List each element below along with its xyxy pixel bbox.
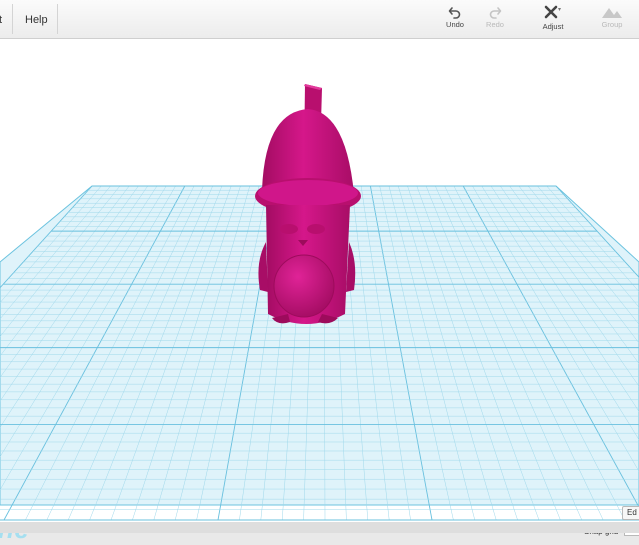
group-label: Group xyxy=(601,20,623,29)
edit-grid-button[interactable]: Ed xyxy=(622,506,639,520)
redo-label: Redo xyxy=(486,20,504,29)
group-icon xyxy=(602,8,622,18)
window-bottom-edge xyxy=(0,522,639,533)
group-button[interactable]: Group xyxy=(592,5,632,29)
redo-icon xyxy=(489,7,502,19)
redo-button[interactable]: Redo xyxy=(475,5,515,29)
undo-icon xyxy=(448,7,461,19)
adjust-icon xyxy=(544,5,561,19)
menu-divider xyxy=(57,4,58,34)
top-toolbar: t Help Undo Redo Adjust Group xyxy=(0,0,639,39)
menu-divider xyxy=(12,4,13,34)
adjust-label: Adjust xyxy=(542,22,564,31)
3d-viewport[interactable]: ne Ed Snap grid 1.0 xyxy=(0,39,639,544)
adjust-button[interactable]: Adjust xyxy=(533,5,573,31)
menu-item-partial[interactable]: t xyxy=(0,14,2,26)
penguin-model[interactable] xyxy=(255,84,361,324)
scene-canvas[interactable] xyxy=(0,39,639,522)
undo-button[interactable]: Undo xyxy=(435,5,475,29)
menu-item-help[interactable]: Help xyxy=(25,14,48,26)
undo-label: Undo xyxy=(446,20,464,29)
